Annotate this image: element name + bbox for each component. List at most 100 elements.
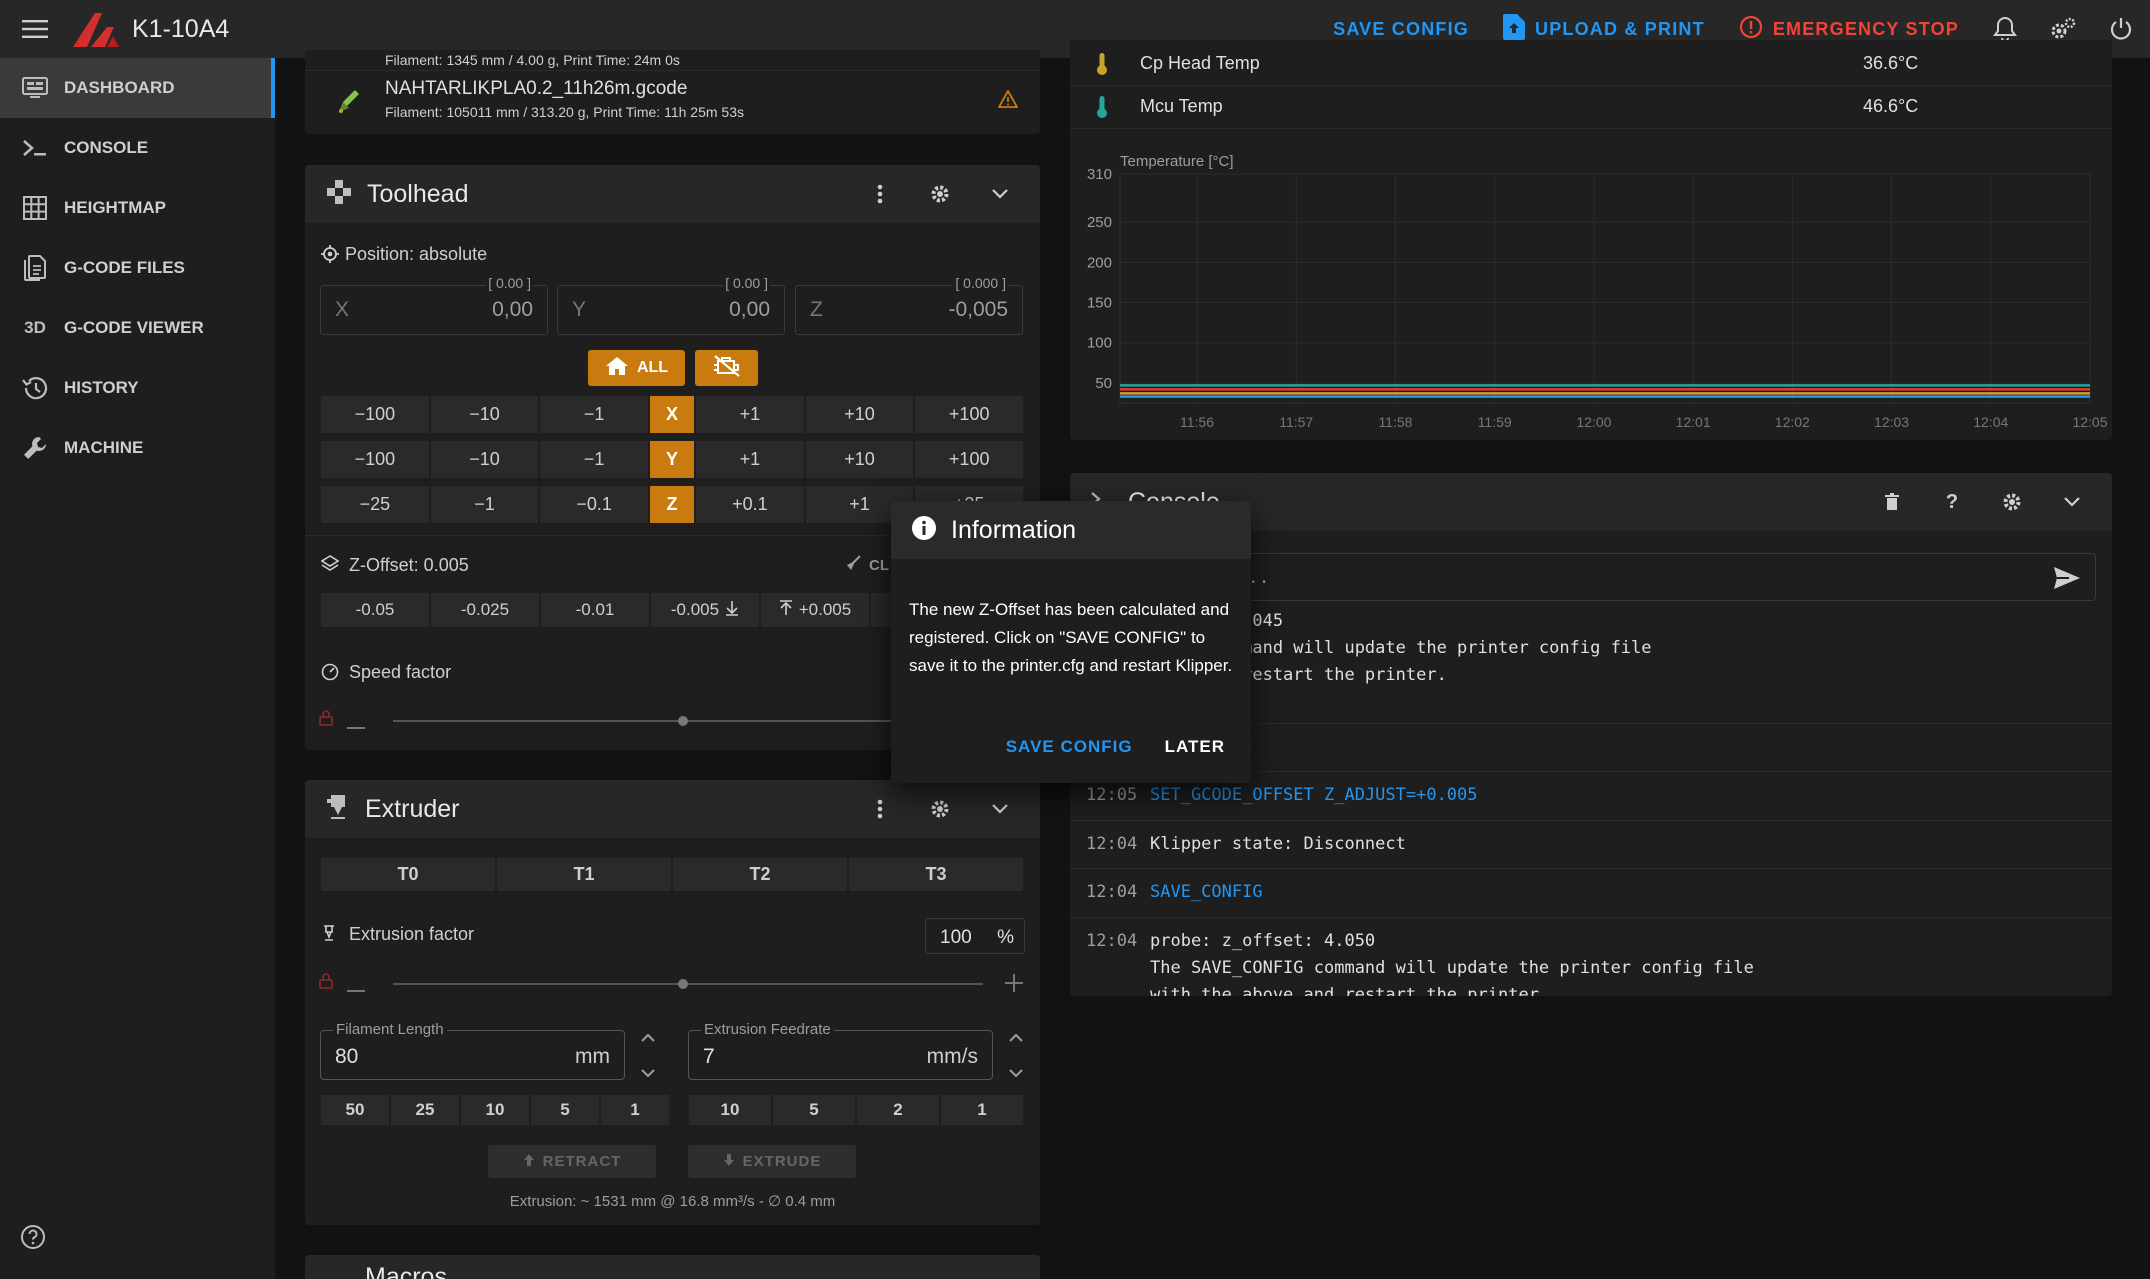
chevron-down-icon[interactable] xyxy=(640,1065,656,1083)
chevron-down-icon[interactable] xyxy=(970,188,1030,200)
jog-y-button[interactable]: −1 xyxy=(539,440,650,479)
filament-length-preset[interactable]: 10 xyxy=(460,1094,530,1126)
thermometer-icon xyxy=(1096,95,1108,124)
extrusion-feedrate-input[interactable]: Extrusion Feedrate 7 mm/s xyxy=(688,1021,993,1080)
x-position-field[interactable]: X [ 0.00 ] 0,00 xyxy=(320,275,548,335)
jog-y-button[interactable]: −10 xyxy=(429,440,540,479)
sensor-name: Cp Head Temp xyxy=(1140,53,1260,73)
dialog-save-config-button[interactable]: SAVE CONFIG xyxy=(994,729,1145,765)
sidebar-item-label: G-CODE FILES xyxy=(64,258,185,277)
jog-z-button[interactable]: −0.1 xyxy=(539,485,650,524)
gcode-file-row[interactable]: NAHTARLIKPLA0.2_11h26m.gcode Filament: 1… xyxy=(305,72,1040,132)
y-axis-label: Y xyxy=(572,298,587,321)
filament-length-preset[interactable]: 5 xyxy=(530,1094,600,1126)
x-axis-label: X xyxy=(335,298,350,321)
jog-x-button[interactable]: −1 xyxy=(539,395,650,434)
sidebar-item-label: MACHINE xyxy=(64,438,144,457)
chevron-up-icon[interactable] xyxy=(640,1030,656,1048)
filament-length-input[interactable]: Filament Length 80 mm xyxy=(320,1021,625,1080)
jog-y-button[interactable]: +1 xyxy=(695,440,805,479)
zoffset-button[interactable]: -0.025 xyxy=(430,592,540,628)
jog-z-button[interactable]: +0.1 xyxy=(695,485,805,524)
arrow-collapse-down-icon xyxy=(725,600,739,621)
plus-icon[interactable] xyxy=(1005,974,1023,997)
tool-tab-t0[interactable]: T0 xyxy=(320,857,496,892)
extrusion-factor-unit: % xyxy=(997,927,1014,948)
sidebar-item-gcode-files[interactable]: G-CODE FILES xyxy=(0,238,275,298)
gear-icon[interactable] xyxy=(910,799,970,819)
zoffset-button[interactable]: -0.01 xyxy=(540,592,650,628)
zoffset-button[interactable]: -0.005 xyxy=(650,592,760,628)
gear-icon[interactable] xyxy=(910,184,970,204)
lock-icon[interactable] xyxy=(319,973,333,994)
console-command[interactable]: SET_GCODE_OFFSET Z_ADJUST=+0.005 xyxy=(1150,782,1478,809)
motors-off-button[interactable] xyxy=(695,350,758,386)
chevron-up-icon[interactable] xyxy=(1008,1030,1024,1048)
jog-x-button[interactable]: −10 xyxy=(429,395,540,434)
gear-icon[interactable] xyxy=(1982,492,2042,512)
sidebar-item-console[interactable]: CONSOLE xyxy=(0,118,275,178)
feedrate-label: Extrusion Feedrate xyxy=(701,1021,834,1038)
feedrate-preset[interactable]: 1 xyxy=(940,1094,1024,1126)
chevron-down-icon[interactable] xyxy=(1008,1065,1024,1083)
tool-tab-t1[interactable]: T1 xyxy=(496,857,672,892)
3d-icon: 3D xyxy=(24,318,46,337)
retract-button[interactable]: RETRACT xyxy=(488,1145,656,1178)
jog-x-row: −100 −10 −1 X +1 +10 +100 xyxy=(320,395,1025,434)
jog-z-button[interactable]: −25 xyxy=(320,485,430,524)
extrusion-factor-input[interactable]: 100 % xyxy=(925,918,1025,954)
help-icon[interactable]: ? xyxy=(1922,491,1982,514)
crosshairs-icon xyxy=(321,245,339,268)
chart-x-tick-label: 12:04 xyxy=(1973,414,2008,430)
send-icon[interactable] xyxy=(2053,566,2081,595)
help-circle-icon[interactable] xyxy=(20,1224,50,1254)
dots-vertical-icon[interactable] xyxy=(850,799,910,819)
jog-y-button[interactable]: −100 xyxy=(320,440,430,479)
filament-length-preset[interactable]: 25 xyxy=(390,1094,460,1126)
chevron-down-icon[interactable] xyxy=(2042,496,2102,508)
chart-plot-area xyxy=(1119,173,2091,404)
chevron-down-icon[interactable] xyxy=(970,803,1030,815)
extrude-button[interactable]: EXTRUDE xyxy=(688,1145,856,1178)
filament-length-preset[interactable]: 1 xyxy=(600,1094,670,1126)
dialog-later-button[interactable]: LATER xyxy=(1153,729,1237,765)
extrusion-factor-knob[interactable] xyxy=(678,979,688,989)
jog-x-button[interactable]: +10 xyxy=(804,395,915,434)
dots-vertical-icon[interactable] xyxy=(850,184,910,204)
minus-icon[interactable] xyxy=(347,981,365,999)
feedrate-preset[interactable]: 5 xyxy=(772,1094,856,1126)
speed-factor-knob[interactable] xyxy=(678,716,688,726)
sidebar-item-gcode-viewer[interactable]: 3D G-CODE VIEWER xyxy=(0,298,275,358)
console-message: Klipper state: Disconnect xyxy=(1150,834,1406,854)
sidebar-item-heightmap[interactable]: HEIGHTMAP xyxy=(0,178,275,238)
jog-z-button[interactable]: −1 xyxy=(429,485,540,524)
feedrate-preset[interactable]: 2 xyxy=(856,1094,940,1126)
lock-icon[interactable] xyxy=(319,710,333,731)
jog-y-button[interactable]: +10 xyxy=(804,440,915,479)
menu-icon[interactable] xyxy=(0,0,70,58)
tool-tab-t2[interactable]: T2 xyxy=(672,857,848,892)
tool-tab-t3[interactable]: T3 xyxy=(848,857,1024,892)
home-all-button[interactable]: ALL xyxy=(588,350,685,386)
dialog-actions: SAVE CONFIG LATER xyxy=(994,729,1237,765)
extrusion-factor-slider[interactable] xyxy=(393,983,983,985)
jog-y-button[interactable]: +100 xyxy=(914,440,1025,479)
filament-length-preset[interactable]: 50 xyxy=(320,1094,390,1126)
zoffset-button[interactable]: -0.05 xyxy=(320,592,430,628)
jog-x-button[interactable]: +1 xyxy=(695,395,805,434)
zoffset-clear-button[interactable]: CL xyxy=(845,555,889,575)
y-position-field[interactable]: Y [ 0.00 ] 0,00 xyxy=(557,275,785,335)
jog-x-button[interactable]: +100 xyxy=(914,395,1025,434)
jog-x-button[interactable]: −100 xyxy=(320,395,430,434)
sidebar-item-history[interactable]: HISTORY xyxy=(0,358,275,418)
zoffset-button[interactable]: +0.005 xyxy=(760,592,870,628)
trash-icon[interactable] xyxy=(1862,493,1922,511)
gcode-file-meta: Filament: 105011 mm / 313.20 g, Print Ti… xyxy=(385,104,744,120)
minus-icon[interactable] xyxy=(347,718,365,736)
sidebar-item-machine[interactable]: MACHINE xyxy=(0,418,275,478)
feedrate-preset[interactable]: 10 xyxy=(688,1094,772,1126)
console-command[interactable]: SAVE_CONFIG xyxy=(1150,879,1263,906)
z-position-field[interactable]: Z [ 0.000 ] -0,005 xyxy=(795,275,1023,335)
sidebar-item-dashboard[interactable]: DASHBOARD xyxy=(0,58,275,118)
console-message: with the above and restart the printer. xyxy=(1150,985,1550,996)
